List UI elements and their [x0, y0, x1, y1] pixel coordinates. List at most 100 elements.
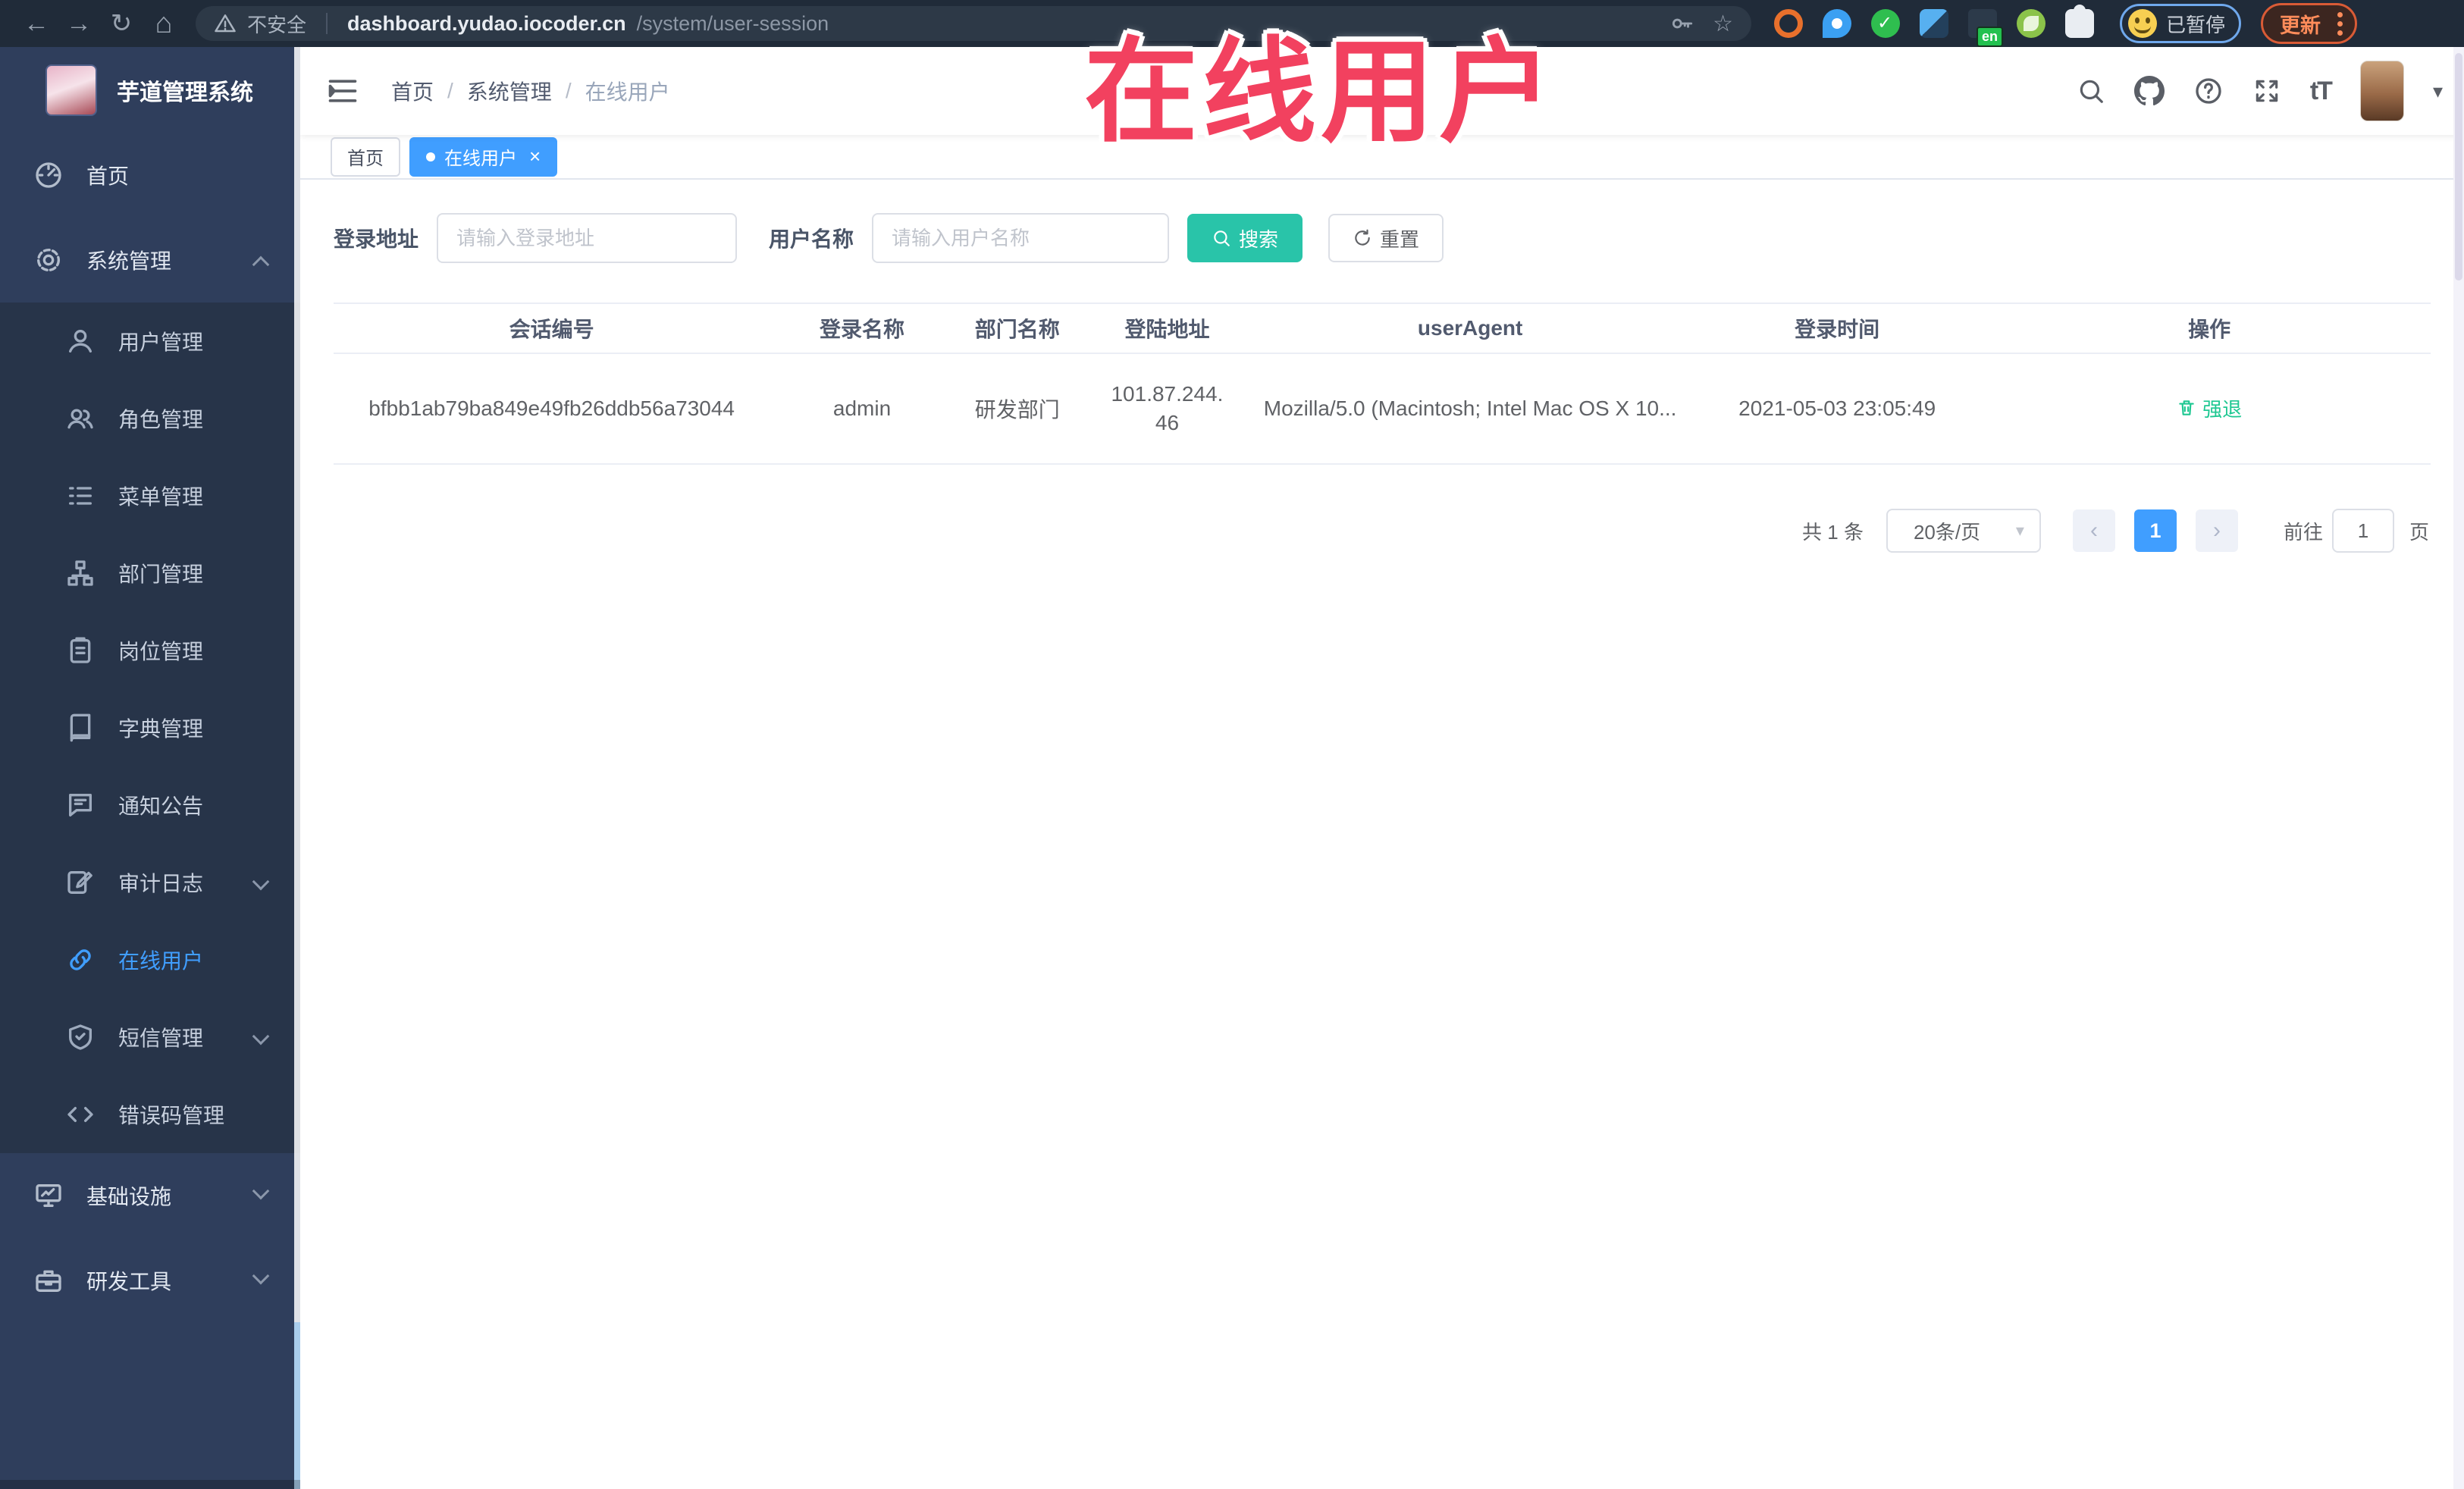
extension-icon[interactable]: en — [1968, 9, 2003, 47]
profile-paused-chip[interactable]: 已暂停 — [2120, 4, 2242, 43]
sidebar-item-audit-log[interactable]: 审计日志 — [0, 844, 300, 921]
prev-page-button[interactable]: ‹ — [2072, 509, 2115, 552]
chrome-update-button[interactable]: 更新 — [2261, 3, 2358, 44]
system-submenu: 用户管理 角色管理 菜单管理 部门管理 岗位管理 字典管理 通知公告 审计日志 … — [0, 303, 300, 1153]
navbar-actions: tT ▾ — [2077, 47, 2443, 135]
goto-label: 前往 — [2283, 520, 2323, 544]
username-label: 用户名称 — [769, 227, 854, 251]
window-scrollbar[interactable] — [2453, 47, 2464, 1489]
toolbox-icon — [36, 1270, 61, 1292]
chevron-down-icon — [252, 1182, 270, 1200]
sidebar-item-notice-announcement[interactable]: 通知公告 — [0, 766, 300, 844]
current-page[interactable]: 1 — [2133, 509, 2177, 552]
close-icon[interactable]: × — [529, 145, 541, 168]
reload-icon[interactable]: ↻ — [100, 8, 143, 39]
login-address-label: 登录地址 — [334, 227, 419, 251]
extensions-row: en — [1774, 5, 2094, 47]
extension-icon[interactable] — [1774, 9, 1803, 38]
login-address-input[interactable] — [437, 213, 738, 263]
sidebar-item-user-management[interactable]: 用户管理 — [0, 303, 300, 380]
chevron-down-icon — [252, 1027, 270, 1045]
font-size-icon[interactable]: tT — [2310, 77, 2333, 106]
app-logo-row[interactable]: 芋道管理系统 — [0, 47, 300, 133]
sidebar-item-error-code-management[interactable]: 错误码管理 — [0, 1076, 300, 1153]
address-bar[interactable]: 不安全 dashboard.yudao.iocoder.cn/system/us… — [196, 6, 1751, 41]
sidebar-item-menu-management[interactable]: 菜单管理 — [0, 457, 300, 534]
page-size-select[interactable]: 20条/页 ▾ — [1886, 509, 2041, 553]
extension-icon[interactable] — [1871, 9, 1900, 38]
chevron-up-icon — [252, 255, 270, 274]
sidebar-item-dev-tools[interactable]: 研发工具 — [0, 1238, 300, 1323]
sidebar-item-dept-management[interactable]: 部门管理 — [0, 534, 300, 612]
sidebar-item-dict-management[interactable]: 字典管理 — [0, 689, 300, 766]
avatar[interactable] — [2359, 61, 2404, 121]
extension-en-badge: en — [1976, 27, 2003, 47]
github-icon[interactable] — [2133, 76, 2165, 106]
breadcrumb: 首页 / 系统管理 / 在线用户 — [391, 47, 670, 135]
sidebar: 芋道管理系统 首页 系统管理 用户管理 角色管理 菜单管理 部门管理 岗位管理 … — [0, 47, 300, 1489]
sidebar-item-infrastructure[interactable]: 基础设施 — [0, 1153, 300, 1238]
sidebar-item-system-management[interactable]: 系统管理 — [0, 218, 300, 303]
update-label: 更新 — [2280, 14, 2321, 37]
fullscreen-icon[interactable] — [2252, 77, 2281, 105]
help-icon[interactable] — [2193, 76, 2224, 106]
username-input[interactable] — [872, 213, 1170, 263]
forward-icon[interactable]: → — [58, 9, 100, 39]
menu-list-icon — [69, 487, 92, 505]
extensions-puzzle-icon[interactable] — [2065, 5, 2094, 38]
sidebar-item-sms-management[interactable]: 短信管理 — [0, 998, 300, 1076]
search-icon — [1214, 230, 1230, 246]
cell-login-time: 2021-05-03 23:05:49 — [1738, 397, 1936, 420]
star-icon[interactable]: ☆ — [1713, 11, 1733, 37]
goto-page-input[interactable] — [2331, 509, 2394, 553]
paused-label: 已暂停 — [2166, 13, 2226, 36]
key-icon[interactable] — [1669, 11, 1694, 36]
chevron-down-icon — [252, 873, 270, 891]
sidebar-item-post-management[interactable]: 岗位管理 — [0, 612, 300, 689]
col-ip: 登陆地址 — [1124, 318, 1210, 341]
col-dept: 部门名称 — [974, 318, 1060, 341]
sidebar-item-home[interactable]: 首页 — [0, 133, 300, 218]
main-area: 首页 / 系统管理 / 在线用户 tT ▾ 首页 在线用户 × 登录地址 请输入… — [300, 47, 2464, 1489]
url-path: /system/user-session — [636, 11, 829, 35]
search-icon[interactable] — [2077, 77, 2105, 105]
sidebar-item-online-users[interactable]: 在线用户 — [0, 921, 300, 998]
sessions-table: 会话编号 登录名称 部门名称 登陆地址 userAgent 登录时间 操作 bf… — [334, 303, 2431, 465]
active-dot — [426, 152, 435, 161]
breadcrumb-current: 在线用户 — [585, 80, 670, 104]
cell-user-agent: Mozilla/5.0 (Macintosh; Intel Mac OS X 1… — [1263, 397, 1677, 420]
breadcrumb-system[interactable]: 系统管理 — [467, 76, 552, 106]
link-icon — [70, 949, 91, 970]
hamburger-icon[interactable] — [326, 74, 359, 108]
page-unit-label: 页 — [2409, 520, 2429, 544]
page-content: 登录地址 用户名称 搜索 重置 会话编号 登录名称 部门名称 登陆地址 user… — [300, 213, 2464, 553]
breadcrumb-home[interactable]: 首页 — [391, 76, 434, 106]
sidebar-item-role-management[interactable]: 角色管理 — [0, 380, 300, 457]
reset-button[interactable]: 重置 — [1328, 214, 1444, 262]
extension-icon[interactable] — [2017, 9, 2045, 38]
tag-online-users[interactable]: 在线用户 × — [409, 136, 558, 177]
next-page-button[interactable]: › — [2195, 509, 2238, 552]
force-logout-button[interactable]: 强退 — [2177, 394, 2242, 422]
col-username: 登录名称 — [820, 318, 905, 341]
security-warning-label: 不安全 — [247, 13, 307, 36]
col-user-agent: userAgent — [1417, 316, 1523, 340]
col-actions: 操作 — [2188, 318, 2231, 341]
extension-icon[interactable] — [1823, 9, 1851, 38]
app-logo — [45, 64, 97, 116]
monitor-icon — [36, 1184, 61, 1207]
chevron-down-icon: ▾ — [2015, 521, 2024, 540]
code-icon — [67, 1107, 93, 1122]
pagination: 共 1 条 20条/页 ▾ ‹ 1 › 前往 页 — [334, 509, 2431, 553]
back-icon[interactable]: ← — [15, 9, 58, 39]
kebab-menu-icon[interactable] — [2337, 11, 2343, 36]
sidebar-bottom-edge — [0, 1480, 300, 1489]
caret-down-icon[interactable]: ▾ — [2433, 80, 2443, 103]
search-button[interactable]: 搜索 — [1187, 214, 1303, 262]
browser-toolbar: ← → ↻ ⌂ 不安全 dashboard.yudao.iocoder.cn/s… — [0, 0, 2464, 47]
tag-home[interactable]: 首页 — [331, 136, 400, 177]
url-separator — [326, 13, 328, 34]
extension-icon[interactable] — [1920, 9, 1948, 38]
home-icon[interactable]: ⌂ — [143, 8, 185, 40]
sidebar-scrollbar[interactable] — [294, 47, 300, 1489]
